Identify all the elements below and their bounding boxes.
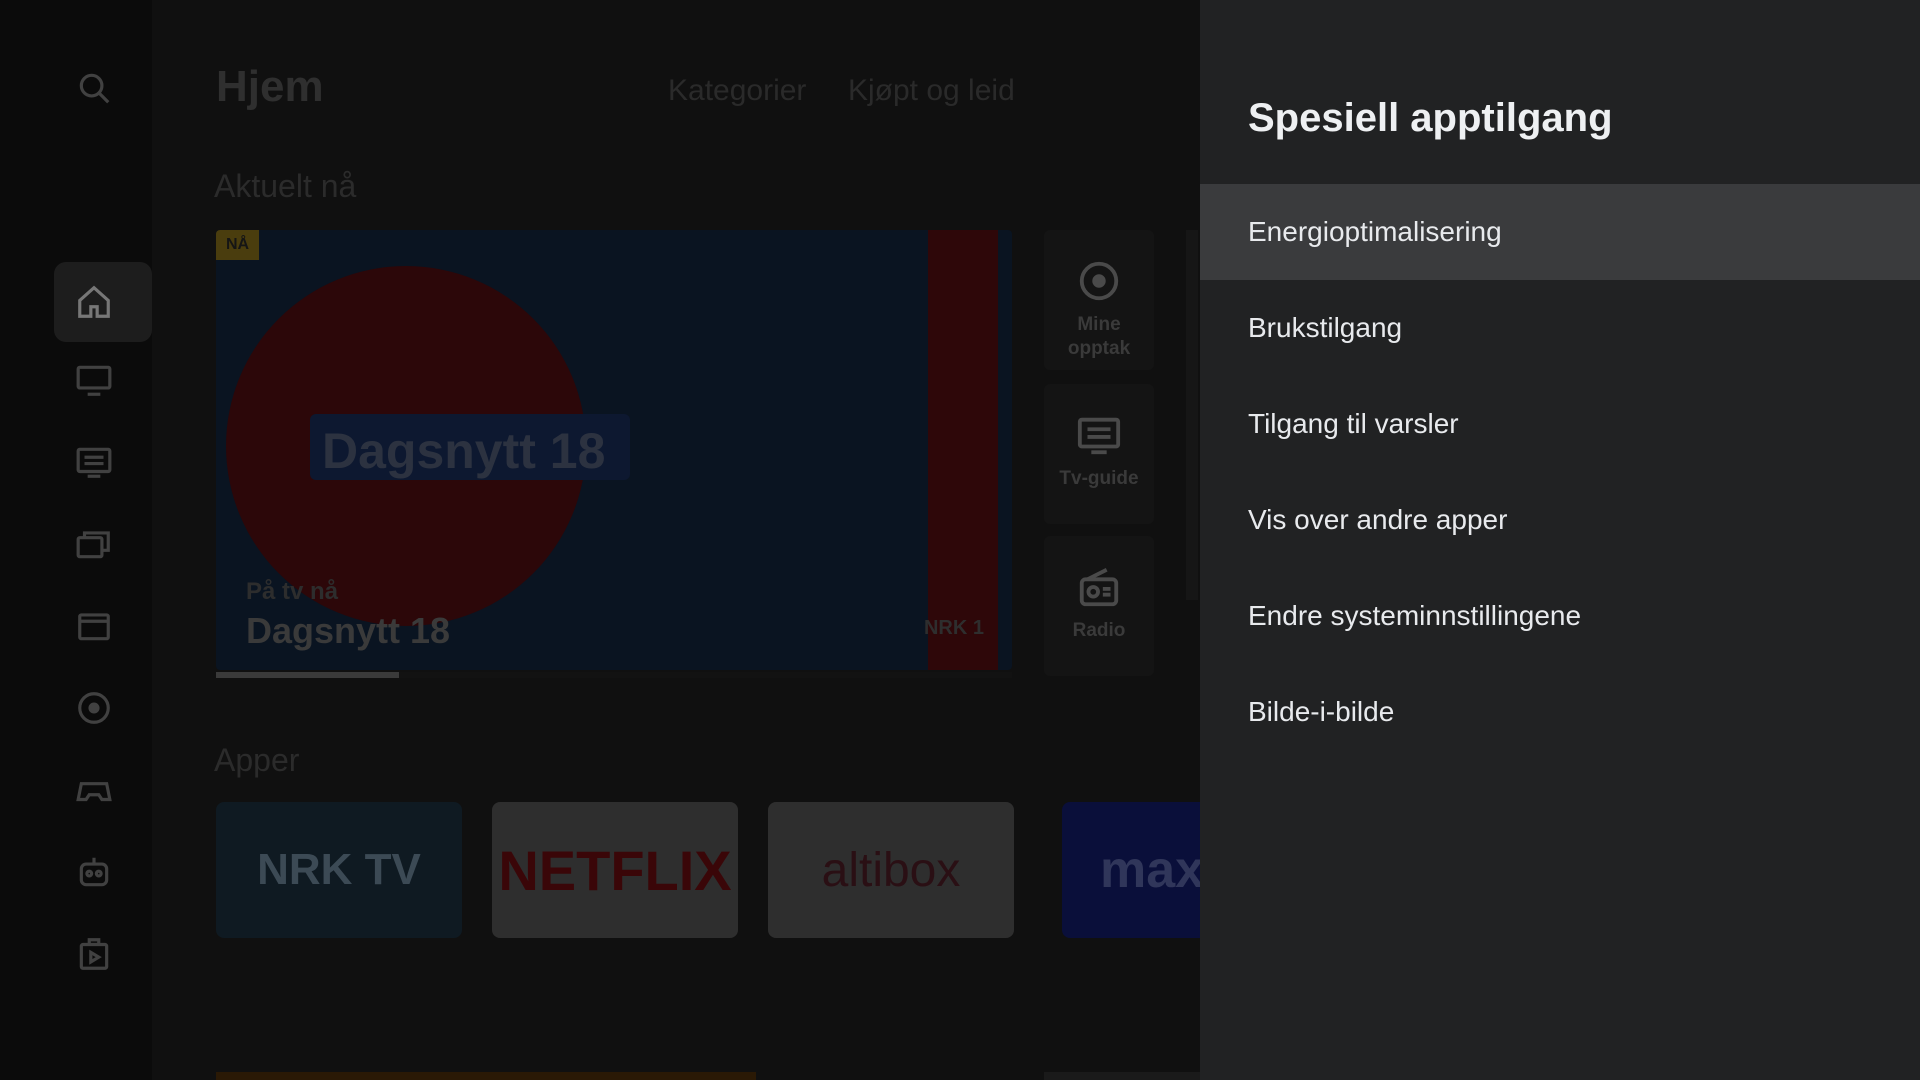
radio-icon: [1079, 568, 1119, 607]
hero-artwork-stripe: [928, 230, 998, 670]
tile-radio[interactable]: Radio: [1044, 536, 1154, 676]
tab-categories[interactable]: Kategorier: [668, 74, 806, 108]
menu-item-usage-access[interactable]: Brukstilgang: [1200, 280, 1920, 376]
menu-item-picture-in-picture[interactable]: Bilde-i-bilde: [1200, 664, 1920, 760]
hero-card[interactable]: Dagsnytt 18 NÅ På tv nå Dagsnytt 18 NRK …: [216, 230, 1012, 670]
live-badge: NÅ: [216, 230, 260, 260]
settings-panel: Spesiell apptilgang Energioptimalisering…: [1200, 0, 1920, 1080]
library-icon[interactable]: [72, 522, 116, 566]
app-tile-nrk-tv[interactable]: NRK TV: [216, 802, 462, 938]
games-icon[interactable]: [72, 768, 116, 812]
next-row-peek-2: [1044, 1072, 1200, 1080]
section-title-apps: Apper: [214, 742, 300, 778]
record-icon[interactable]: [72, 686, 116, 730]
next-card-peek: [1186, 230, 1198, 600]
section-title-current: Aktuelt nå: [214, 168, 357, 204]
tv-guide-icon[interactable]: [72, 440, 116, 484]
home-icon[interactable]: [72, 280, 116, 324]
hero-subtitle: På tv nå: [246, 578, 339, 605]
movies-icon[interactable]: [72, 604, 116, 648]
search-icon[interactable]: [72, 66, 116, 110]
menu-item-display-over-other-apps[interactable]: Vis over andre apper: [1200, 472, 1920, 568]
tab-purchased-rented[interactable]: Kjøpt og leid: [848, 74, 1015, 108]
menu-item-modify-system-settings[interactable]: Endre systeminnstillingene: [1200, 568, 1920, 664]
tile-label: Tv-guide: [1059, 468, 1139, 489]
app-tile-netflix[interactable]: NETFLIX: [492, 802, 738, 938]
kids-icon[interactable]: [72, 850, 116, 894]
apps-icon[interactable]: [72, 932, 116, 976]
side-rail: [0, 0, 152, 1080]
menu-item-energy-optimization[interactable]: Energioptimalisering: [1200, 184, 1920, 280]
tv-guide-icon: [1077, 417, 1121, 455]
record-icon: [1079, 261, 1119, 301]
hero-progress-bar: [216, 672, 1012, 678]
hero-program-title: Dagsnytt 18: [246, 610, 451, 651]
next-row-peek: [216, 1072, 756, 1080]
tv-icon[interactable]: [72, 358, 116, 402]
tile-label: Radio: [1072, 620, 1126, 641]
settings-menu: Energioptimalisering Brukstilgang Tilgan…: [1200, 184, 1920, 760]
hero-artwork-title: Dagsnytt 18: [322, 423, 606, 479]
tile-label: Mine opptak: [1067, 314, 1131, 359]
app-tile-altibox[interactable]: altibox: [768, 802, 1014, 938]
channel-logo: NRK 1: [923, 617, 984, 639]
tile-tv-guide[interactable]: Tv-guide: [1044, 384, 1154, 524]
panel-title: Spesiell apptilgang: [1248, 96, 1613, 140]
page-title: Hjem: [216, 62, 324, 111]
tile-my-recordings[interactable]: Mine opptak: [1044, 230, 1154, 370]
hero-progress-fill: [216, 672, 400, 678]
app-tile-max[interactable]: max: [1062, 802, 1200, 938]
menu-item-notification-access[interactable]: Tilgang til varsler: [1200, 376, 1920, 472]
